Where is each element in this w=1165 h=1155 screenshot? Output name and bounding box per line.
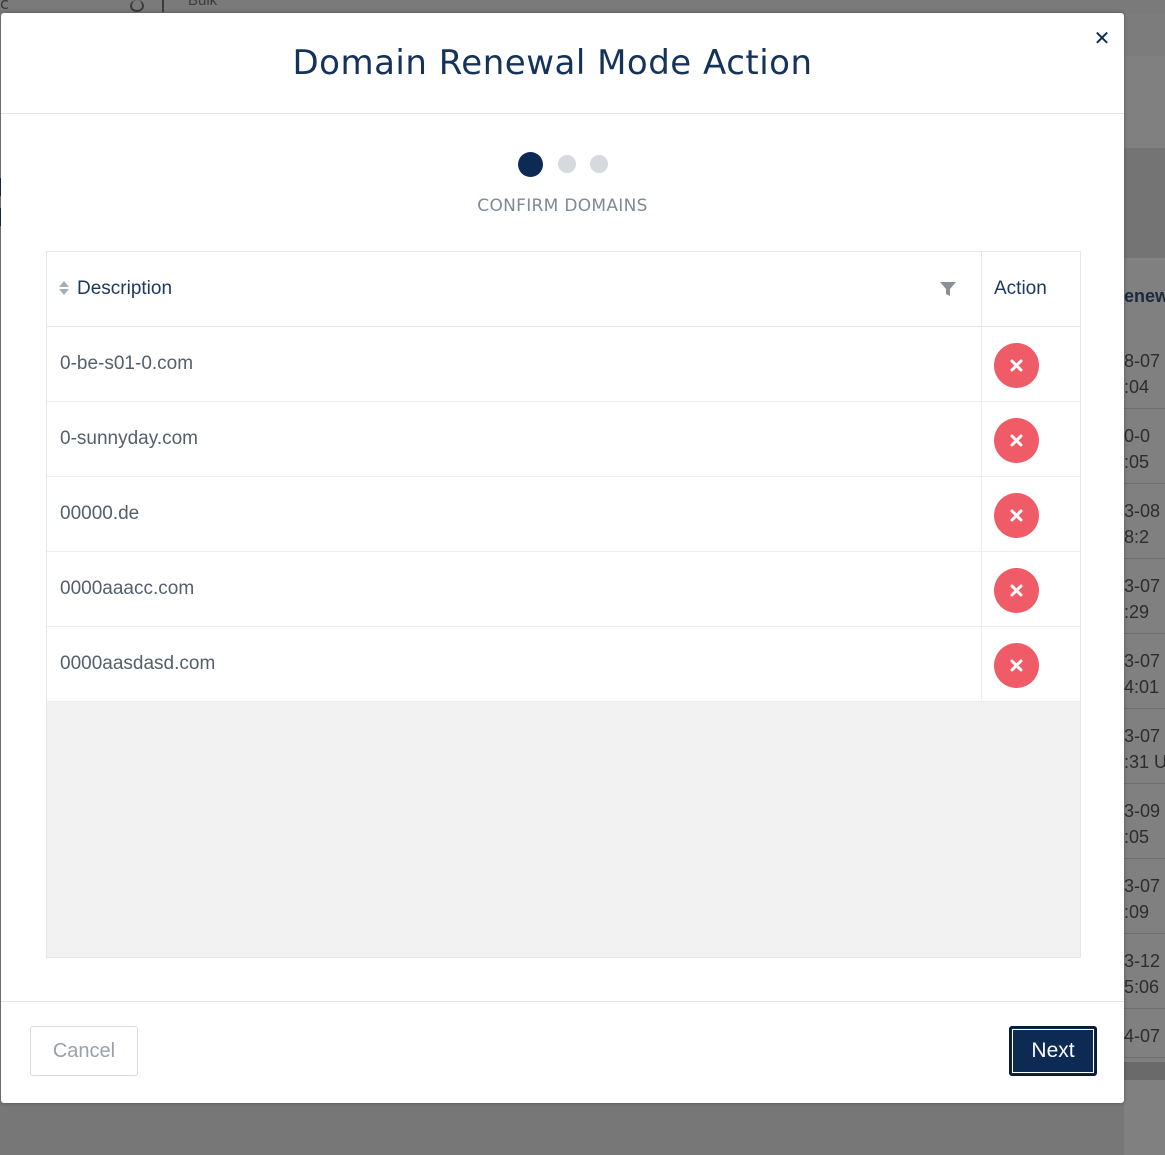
background-divider	[162, 0, 164, 12]
table-row: 0000aaacc.com	[47, 552, 1080, 627]
renewal-mode-modal: Domain Renewal Mode Action ✕ CONFIRM DOM…	[1, 13, 1124, 1103]
table-row: 0-be-s01-0.com	[47, 327, 1080, 402]
domain-description: 0000aaacc.com	[60, 578, 195, 599]
table-row: 0000aasdasd.com	[47, 627, 1080, 702]
row-action-cell	[981, 552, 1081, 626]
background-row-divider	[1124, 1057, 1165, 1058]
sort-icon[interactable]	[58, 280, 70, 296]
remove-x-icon	[1010, 359, 1023, 372]
row-action-cell	[981, 627, 1081, 701]
background-topbar	[0, 0, 1165, 14]
domains-table: Description Action 0-be-s01-0.com 0-sunny…	[46, 251, 1081, 958]
filter-icon[interactable]	[939, 280, 957, 298]
background-row-divider	[1124, 1008, 1165, 1009]
remove-domain-button[interactable]	[994, 343, 1039, 388]
background-row-divider	[1124, 633, 1165, 634]
background-bulk-label: Bulk	[188, 0, 218, 9]
background-scrollbar	[1124, 1062, 1165, 1080]
row-action-cell	[981, 327, 1081, 401]
background-header-strip	[1124, 148, 1165, 258]
close-icon[interactable]: ✕	[1091, 27, 1113, 49]
step-indicator-3	[590, 155, 608, 173]
modal-footer: Cancel Next	[1, 1001, 1124, 1104]
step-label: CONFIRM DOMAINS	[477, 196, 648, 216]
remove-domain-button[interactable]	[994, 418, 1039, 463]
domain-description: 0-be-s01-0.com	[60, 353, 194, 374]
background-letter: c	[0, 0, 9, 13]
column-header-description[interactable]: Description	[77, 278, 172, 300]
row-action-cell	[981, 477, 1081, 551]
background-row-divider	[1124, 858, 1165, 859]
background-row-divider	[1124, 783, 1165, 784]
column-header-action-cell: Action	[981, 252, 1081, 326]
background-row-divider	[1124, 408, 1165, 409]
step-indicator-2	[558, 155, 576, 173]
background-search-icon	[130, 0, 144, 12]
column-header-action: Action	[994, 278, 1047, 299]
table-row: 00000.de	[47, 477, 1080, 552]
background-row-divider	[1124, 933, 1165, 934]
table-row: 0-sunnyday.com	[47, 402, 1080, 477]
remove-x-icon	[1010, 509, 1023, 522]
background-row-divider	[1124, 483, 1165, 484]
step-indicator-1	[518, 152, 543, 177]
domain-description: 0-sunnyday.com	[60, 428, 198, 449]
remove-domain-button[interactable]	[994, 493, 1039, 538]
domain-description: 00000.de	[60, 503, 140, 524]
modal-header: Domain Renewal Mode Action ✕	[1, 13, 1124, 114]
background-row-divider	[1124, 708, 1165, 709]
remove-x-icon	[1010, 584, 1023, 597]
remove-domain-button[interactable]	[994, 643, 1039, 688]
background-column-header: enew	[1124, 286, 1165, 306]
remove-x-icon	[1010, 659, 1023, 672]
background-row-divider	[1124, 558, 1165, 559]
table-header: Description Action	[47, 252, 1080, 327]
next-button[interactable]: Next	[1009, 1026, 1097, 1076]
cancel-button[interactable]: Cancel	[30, 1026, 138, 1076]
domain-description: 0000aasdasd.com	[60, 653, 216, 674]
modal-title: Domain Renewal Mode Action	[292, 43, 813, 83]
row-action-cell	[981, 402, 1081, 476]
remove-x-icon	[1010, 434, 1023, 447]
remove-domain-button[interactable]	[994, 568, 1039, 613]
